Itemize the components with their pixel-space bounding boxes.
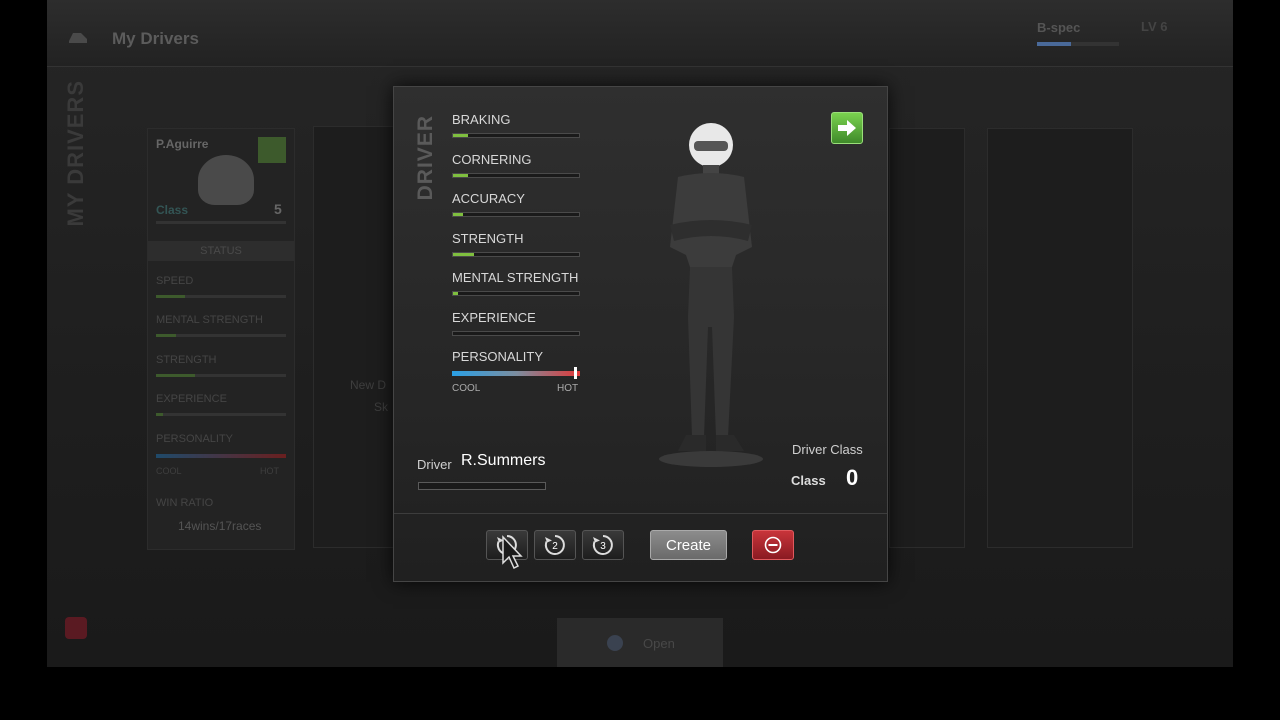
stat-bar (156, 334, 286, 337)
personality-bar (156, 454, 286, 458)
svg-text:3: 3 (600, 541, 606, 552)
driver-dialog: DRIVER BRAKING CORNERING ACCURACY STRENG… (393, 86, 888, 582)
class-value: 0 (846, 465, 859, 490)
arrow-right-icon (838, 120, 856, 136)
driver-name-field[interactable] (418, 482, 546, 490)
level-label: LV 6 (1141, 19, 1168, 34)
stat-bar (156, 295, 286, 298)
new-driver-text: New D Sk (350, 378, 389, 414)
stat-bar-experience (452, 331, 580, 336)
slot-3-button[interactable]: 3 (582, 530, 624, 560)
car-icon (69, 33, 87, 43)
personality-cool: COOL (156, 466, 182, 476)
personality-marker (574, 367, 578, 379)
stat-label-braking: BRAKING (452, 112, 511, 127)
personality-bar (452, 371, 580, 376)
stat-label: MENTAL STRENGTH (156, 314, 263, 326)
stat-bar-accuracy (452, 212, 580, 217)
stat-label-cornering: CORNERING (452, 152, 532, 167)
driver-label: Driver (417, 457, 452, 472)
open-button[interactable]: Open (557, 618, 723, 667)
driver-card-empty[interactable] (987, 128, 1133, 548)
stat-bar-braking (452, 133, 580, 138)
driver-card-paguirre[interactable]: P.Aguirre Class 5 STATUS SPEED MENTAL ST… (147, 128, 295, 550)
driver-vertical-label: DRIVER (414, 115, 437, 201)
personality-cool: COOL (452, 383, 481, 394)
win-ratio-value: 14wins/17races (178, 519, 262, 533)
personality-hot: HOT (260, 466, 279, 476)
controller-button-icon (607, 635, 623, 651)
page-title: My Drivers (112, 29, 199, 48)
stat-label: STRENGTH (156, 354, 217, 366)
personality-label: PERSONALITY (156, 433, 234, 445)
stat-label: EXPERIENCE (156, 393, 227, 405)
create-button[interactable]: Create (650, 530, 727, 560)
divider (394, 513, 887, 514)
stat-label-accuracy: ACCURACY (452, 191, 525, 206)
stat-label-strength: STRENGTH (452, 231, 524, 246)
status-header: STATUS (148, 241, 294, 261)
delete-button[interactable] (752, 530, 794, 560)
helmet-icon (198, 155, 254, 205)
stat-bar (156, 374, 286, 377)
stat-bar-cornering (452, 173, 580, 178)
driver-name: R.Summers (461, 452, 546, 469)
svg-text:2: 2 (552, 541, 558, 552)
top-bar: My Drivers B-spec LV 6 (47, 0, 1233, 67)
stat-bar-strength (452, 252, 580, 257)
bspec-progress (1037, 42, 1119, 46)
stat-label-experience: EXPERIENCE (452, 310, 536, 325)
mouse-cursor-icon (502, 535, 523, 570)
class-word: Class (791, 473, 826, 488)
driver-card-new[interactable]: New D Sk (313, 126, 395, 548)
rotate-2-icon: 2 (544, 535, 565, 555)
stat-bar (156, 413, 286, 416)
stat-bar-mental-strength (452, 291, 580, 296)
slot-2-button[interactable]: 2 (534, 530, 576, 560)
stat-label-mental-strength: MENTAL STRENGTH (452, 270, 579, 285)
personality-label: PERSONALITY (452, 349, 544, 364)
win-ratio-label: WIN RATIO (156, 497, 214, 509)
driver-card-class-value: 5 (274, 201, 282, 217)
driver-card-class-bar (156, 221, 286, 224)
next-arrow-button[interactable] (831, 112, 863, 144)
stat-label: SPEED (156, 275, 194, 287)
driver-figure (659, 123, 763, 467)
driver-card-empty[interactable] (889, 128, 965, 548)
rotate-3-icon: 3 (592, 535, 613, 555)
driver-card-name: P.Aguirre (156, 137, 209, 151)
minus-circle-icon (764, 536, 782, 554)
driver-class-label: Driver Class (792, 442, 863, 457)
arrow-right-icon (258, 137, 286, 163)
stop-icon[interactable] (65, 617, 87, 639)
my-drivers-side-label: MY DRIVERS (63, 80, 88, 227)
personality-hot: HOT (557, 383, 579, 394)
bspec-label: B-spec (1037, 20, 1081, 35)
open-label: Open (643, 636, 675, 651)
driver-card-class-label: Class (156, 203, 189, 217)
